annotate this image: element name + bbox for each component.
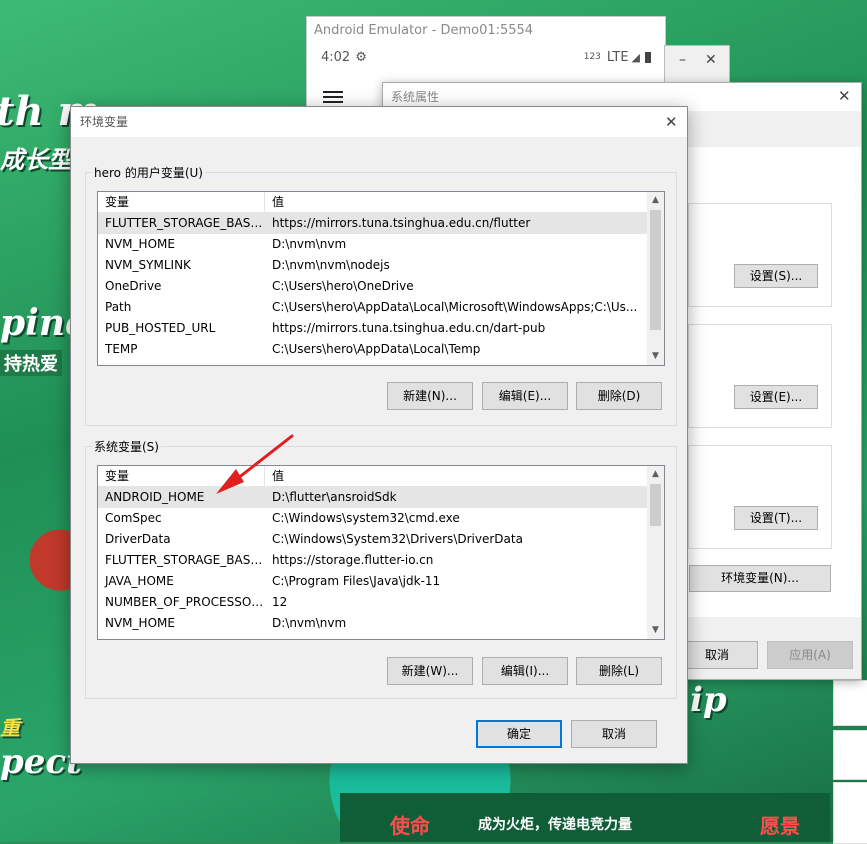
minimize-icon[interactable]: –	[679, 52, 686, 68]
user-variables-list[interactable]: 变量 值 FLUTTER_STORAGE_BASE_... https://mir…	[97, 191, 665, 366]
wallpaper-text: 重	[0, 716, 20, 740]
scrollbar-thumb[interactable]	[650, 210, 661, 330]
startup-settings-button[interactable]: 设置(T)...	[734, 506, 818, 530]
settings-panel	[688, 203, 832, 307]
background-window-fragment	[833, 782, 867, 844]
table-row[interactable]: PUB_HOSTED_URL https://mirrors.tuna.tsing…	[98, 318, 664, 339]
emulator-time: 4:02	[321, 49, 351, 65]
scroll-down-icon[interactable]: ▼	[647, 348, 664, 365]
cancel-button[interactable]: 取消	[571, 720, 657, 748]
emulator-signal: LTE	[606, 49, 629, 65]
column-header-value[interactable]: 值	[265, 192, 645, 212]
table-row[interactable]: NVM_HOME D:\nvm\nvm	[98, 613, 664, 634]
scroll-up-icon[interactable]: ▲	[647, 192, 664, 209]
column-header-value[interactable]: 值	[265, 466, 645, 486]
wallpaper-text: 成为火炬，传递电竞力量	[478, 817, 632, 833]
column-header-variable[interactable]: 变量	[98, 466, 265, 486]
vertical-scrollbar[interactable]: ▲ ▼	[647, 192, 664, 365]
settings-panel	[688, 445, 832, 549]
wallpaper-text: 持热爱	[0, 350, 62, 376]
table-row[interactable]: ANDROID_HOME D:\flutter\ansroidSdk	[98, 487, 664, 508]
system-delete-button[interactable]: 删除(L)	[576, 657, 662, 685]
signal-icon: ◢	[631, 50, 640, 64]
table-row[interactable]: NUMBER_OF_PROCESSORS 12	[98, 592, 664, 613]
environment-variables-dialog: 环境变量 ✕ hero 的用户变量(U) 变量 值 FLUTTER_STORAG…	[70, 106, 688, 764]
system-edit-button[interactable]: 编辑(I)...	[482, 657, 568, 685]
background-window-fragment	[833, 730, 867, 780]
table-row[interactable]: NVM_SYMLINK D:\nvm\nvm\nodejs	[98, 255, 664, 276]
table-row[interactable]: Path C:\Users\hero\AppData\Local\Microsof…	[98, 297, 664, 318]
table-row[interactable]: JAVA_HOME C:\Program Files\Java\jdk-11	[98, 571, 664, 592]
user-edit-button[interactable]: 编辑(E)...	[482, 382, 568, 410]
vertical-scrollbar[interactable]: ▲ ▼	[647, 466, 664, 639]
wallpaper-text: 愿景	[760, 814, 800, 838]
close-icon[interactable]: ✕	[665, 113, 678, 131]
dialog-title: 环境变量	[71, 107, 687, 137]
table-row[interactable]: TEMP C:\Users\hero\AppData\Local\Temp	[98, 339, 664, 360]
emulator-tag: 123	[583, 52, 601, 62]
emulator-status-bar: 4:02 ⚙ 123 LTE ◢	[307, 45, 665, 69]
list-header: 变量 值	[98, 192, 664, 213]
performance-settings-button[interactable]: 设置(S)...	[734, 264, 818, 288]
table-row[interactable]: FLUTTER_STORAGE_BASE_... https://storage.…	[98, 550, 664, 571]
ok-button[interactable]: 确定	[476, 720, 562, 748]
column-header-variable[interactable]: 变量	[98, 192, 265, 212]
battery-icon	[645, 51, 651, 63]
table-row[interactable]: NVM_HOME D:\nvm\nvm	[98, 234, 664, 255]
background-window-fragment	[833, 680, 867, 726]
wallpaper-text: 成长型	[0, 145, 72, 174]
system-variables-list[interactable]: 变量 值 ANDROID_HOME D:\flutter\ansroidSdk C…	[97, 465, 665, 640]
wallpaper-text: ip	[690, 680, 727, 720]
apply-button: 应用(A)	[767, 641, 853, 669]
profile-settings-button[interactable]: 设置(E)...	[734, 385, 818, 409]
user-new-button[interactable]: 新建(N)...	[387, 382, 473, 410]
list-header: 变量 值	[98, 466, 664, 487]
close-icon[interactable]: ✕	[705, 52, 717, 68]
system-new-button[interactable]: 新建(W)...	[387, 657, 473, 685]
hamburger-menu-icon[interactable]	[323, 88, 343, 106]
emulator-toolbar: – ✕	[664, 45, 730, 87]
scroll-up-icon[interactable]: ▲	[647, 466, 664, 483]
table-row[interactable]: DriverData C:\Windows\System32\Drivers\Dr…	[98, 529, 664, 550]
cancel-button[interactable]: 取消	[676, 641, 758, 669]
group-label: 系统变量(S)	[92, 438, 161, 455]
user-delete-button[interactable]: 删除(D)	[576, 382, 662, 410]
emulator-title: Android Emulator - Demo01:5554	[314, 23, 534, 38]
table-row[interactable]: FLUTTER_STORAGE_BASE_... https://mirrors.…	[98, 213, 664, 234]
group-label: hero 的用户变量(U)	[92, 164, 205, 181]
wallpaper-text: 使命	[390, 814, 430, 838]
close-icon[interactable]: ✕	[838, 87, 851, 105]
scroll-down-icon[interactable]: ▼	[647, 622, 664, 639]
environment-variables-button[interactable]: 环境变量(N)...	[689, 565, 831, 592]
table-row[interactable]: ComSpec C:\Windows\system32\cmd.exe	[98, 508, 664, 529]
gear-icon: ⚙	[355, 49, 367, 65]
table-row[interactable]: OneDrive C:\Users\hero\OneDrive	[98, 276, 664, 297]
scrollbar-thumb[interactable]	[650, 484, 661, 526]
settings-panel	[688, 324, 832, 428]
